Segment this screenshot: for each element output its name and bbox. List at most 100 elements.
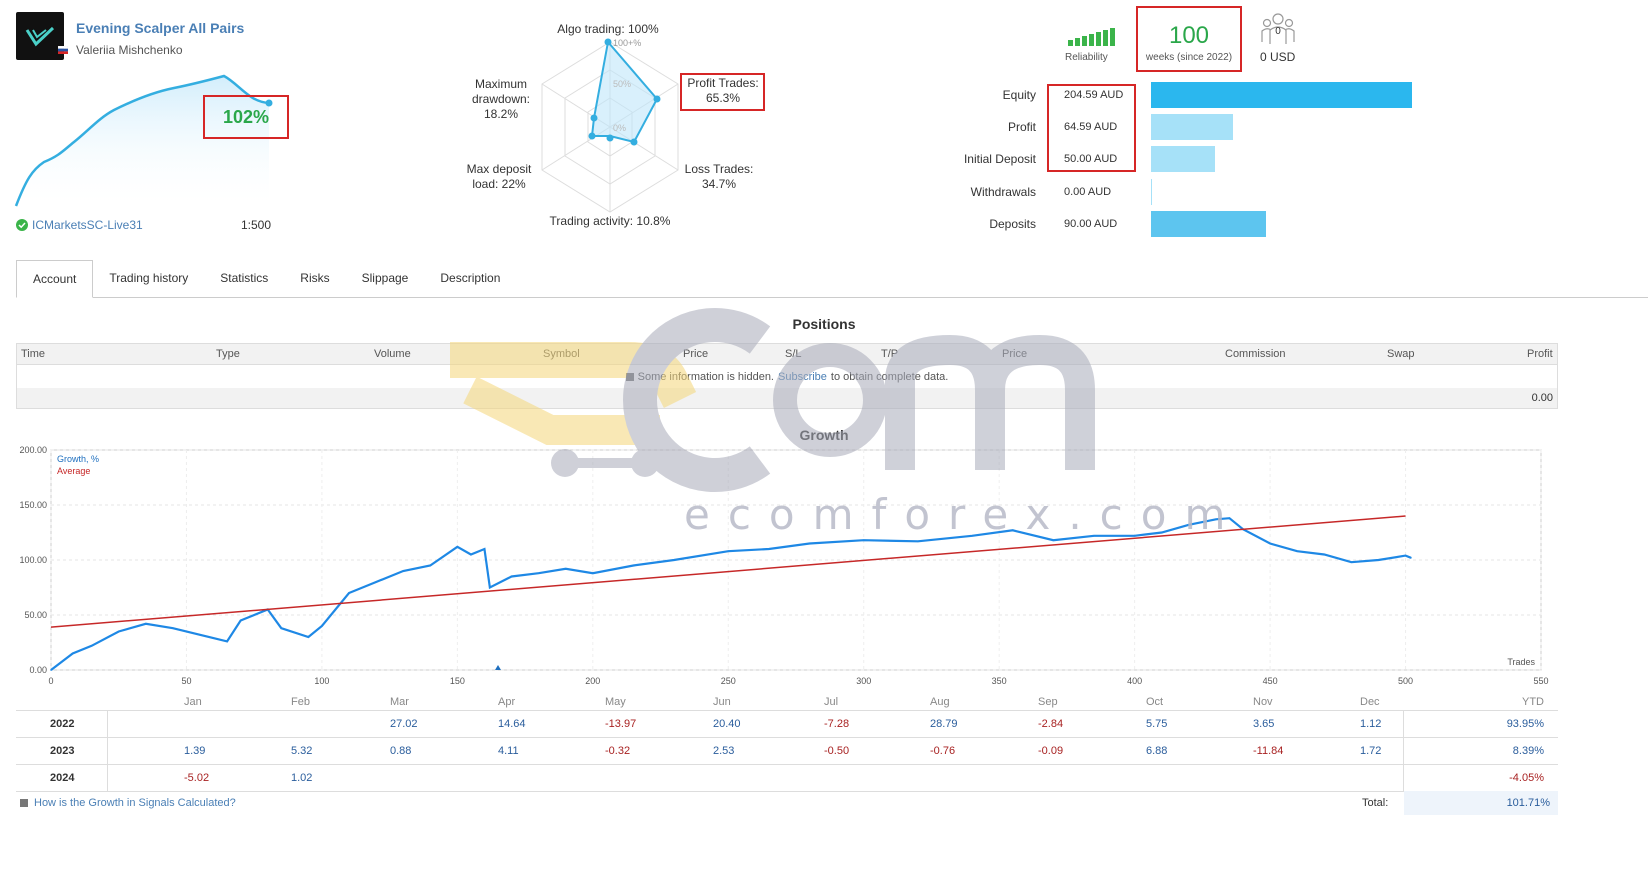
positions-header: Time Type Volume Symbol Price S/L T/P Price Comm…: [17, 344, 1557, 365]
lock-icon: [625, 372, 634, 381]
month-header: Mar: [390, 696, 409, 708]
subscribers-usd: 0 USD: [1260, 50, 1296, 64]
author-name[interactable]: Valeriia Mishchenko: [76, 43, 183, 57]
help-icon: [20, 799, 28, 807]
signal-title[interactable]: Evening Scalper All Pairs: [76, 20, 244, 36]
verified-check-icon: [16, 219, 28, 231]
tab-account[interactable]: Account: [16, 260, 94, 298]
month-value-cell: 6.88: [1146, 745, 1168, 757]
month-header: Nov: [1253, 696, 1273, 708]
month-header: Jul: [824, 696, 839, 708]
month-value-cell: 5.32: [291, 745, 313, 757]
year-cell: 2023: [50, 745, 75, 757]
x-tick-label: 300: [856, 676, 871, 686]
column-divider: [1403, 711, 1404, 737]
month-value-cell: -0.50: [824, 745, 850, 757]
growth-data-point: [50, 669, 52, 671]
month-value-cell: 20.40: [713, 718, 741, 730]
server-name[interactable]: ICMarketsSC-Live31: [32, 218, 143, 232]
growth-data-point: [456, 546, 459, 548]
reliability-label: Reliability: [1065, 52, 1108, 63]
month-value-cell: 1.02: [291, 772, 313, 784]
max-dd-label1: Maximum: [474, 77, 527, 91]
x-tick-label: 450: [1263, 676, 1278, 686]
growth-data-point: [470, 553, 472, 556]
radar-ring-0: 0%: [613, 123, 626, 133]
balance-bar: [1151, 146, 1215, 172]
positions-column-header: Price: [1002, 348, 1028, 360]
balance-row: Equity 204.59 AUD: [920, 82, 1412, 108]
balance-row: Deposits 90.00 AUD: [920, 211, 1266, 237]
radar-algo-label: Algo trading: 100%: [557, 22, 659, 36]
subscribers-count: 0: [1275, 26, 1281, 37]
monthly-row: 2022 27.02 14.64 -13.97 20.40 -7.28 28.79 -2.84…: [16, 711, 1558, 738]
radar-chart: 100+% 50% 0%: [541, 38, 679, 213]
growth-data-point: [1350, 561, 1353, 563]
balance-bar: [1151, 211, 1266, 237]
growth-data-point: [1410, 557, 1412, 559]
balances-highlight: [1047, 84, 1136, 172]
broker-server[interactable]: ICMarketsSC-Live31: [16, 218, 143, 232]
growth-data-point: [199, 634, 201, 636]
growth-data-point: [226, 640, 228, 643]
growth-data-point: [768, 548, 770, 550]
max-dd-label2: drawdown:: [471, 92, 531, 106]
growth-chart: 0.00 50.00 100.00 150.00 200.00 0 50 100 150 200 2…: [19, 445, 1548, 686]
info-text: Some information is hidden.: [637, 370, 774, 383]
tab-description[interactable]: Description: [424, 259, 516, 297]
balance-label: Equity: [1002, 88, 1036, 102]
growth-data-point: [402, 570, 404, 572]
growth-help-link[interactable]: How is the Growth in Signals Calculated?: [20, 797, 236, 809]
russia-flag-icon: [58, 46, 68, 54]
growth-data-point: [90, 645, 93, 647]
max-deposit-label: Max deposit: [466, 162, 532, 176]
weeks-number: 100: [1168, 22, 1210, 49]
tab-statistics[interactable]: Statistics: [204, 259, 284, 297]
growth-data-point: [1377, 559, 1380, 561]
month-value-cell: 1.72: [1360, 745, 1382, 757]
y-tick-label: 100.00: [19, 555, 47, 565]
total-label: Total:: [1362, 797, 1389, 809]
monthly-returns-table: Jan Feb Mar Apr May Jun Jul Aug Sep Oct Nov Dec YTD 2…: [16, 693, 1558, 792]
y-tick-label: 150.00: [19, 500, 47, 510]
growth-data-point: [510, 575, 513, 578]
month-value-cell: -0.76: [930, 745, 956, 757]
column-divider: [1403, 765, 1404, 791]
help-link-text[interactable]: How is the Growth in Signals Calculated?: [34, 797, 236, 809]
weeks-label: weeks (since 2022): [1145, 52, 1233, 63]
month-value-cell: 5.75: [1146, 718, 1168, 730]
growth-data-point: [483, 548, 486, 550]
month-value-cell: -11.84: [1253, 745, 1284, 757]
x-tick-label: 500: [1398, 676, 1413, 686]
balance-label: Profit: [1007, 120, 1036, 134]
growth-data-point: [727, 550, 730, 552]
tab-trading-history[interactable]: Trading history: [93, 259, 204, 297]
balance-row: Withdrawals 0.00 AUD: [920, 179, 1152, 205]
growth-data-point: [917, 540, 919, 543]
tab-risks[interactable]: Risks: [284, 259, 345, 297]
x-tick-label: 100: [314, 676, 329, 686]
month-value-cell: 1.39: [184, 745, 206, 757]
growth-data-point: [592, 572, 594, 574]
reliability-bars-icon: [1068, 28, 1115, 46]
growth-data-point: [673, 559, 675, 561]
growth-data-point: [321, 625, 323, 627]
tab-slippage[interactable]: Slippage: [346, 259, 425, 297]
growth-data-point: [1323, 553, 1326, 556]
growth-data-point: [280, 627, 283, 629]
growth-data-point: [489, 586, 491, 589]
growth-data-point: [1052, 539, 1055, 541]
total-value: 101.71%: [1404, 791, 1558, 815]
radar-loss-trades: Loss Trades: 34.7%: [684, 162, 754, 192]
month-value-cell: 1.12: [1360, 718, 1382, 730]
growth-percent: 102%: [203, 95, 289, 139]
month-header: Dec: [1360, 696, 1380, 708]
radar-trading-activity: Trading activity: 10.8%: [549, 214, 671, 228]
positions-column-header: Profit: [1527, 348, 1553, 360]
subscribe-link[interactable]: Subscribe: [778, 371, 827, 383]
monthly-row: 2024 -5.02 1.02 -4.05%: [16, 765, 1558, 792]
positions-column-header: Swap: [1387, 348, 1415, 360]
balance-bar: [1151, 114, 1234, 140]
month-header: Sep: [1038, 696, 1058, 708]
loss-trades-label: Loss Trades:: [684, 162, 754, 176]
